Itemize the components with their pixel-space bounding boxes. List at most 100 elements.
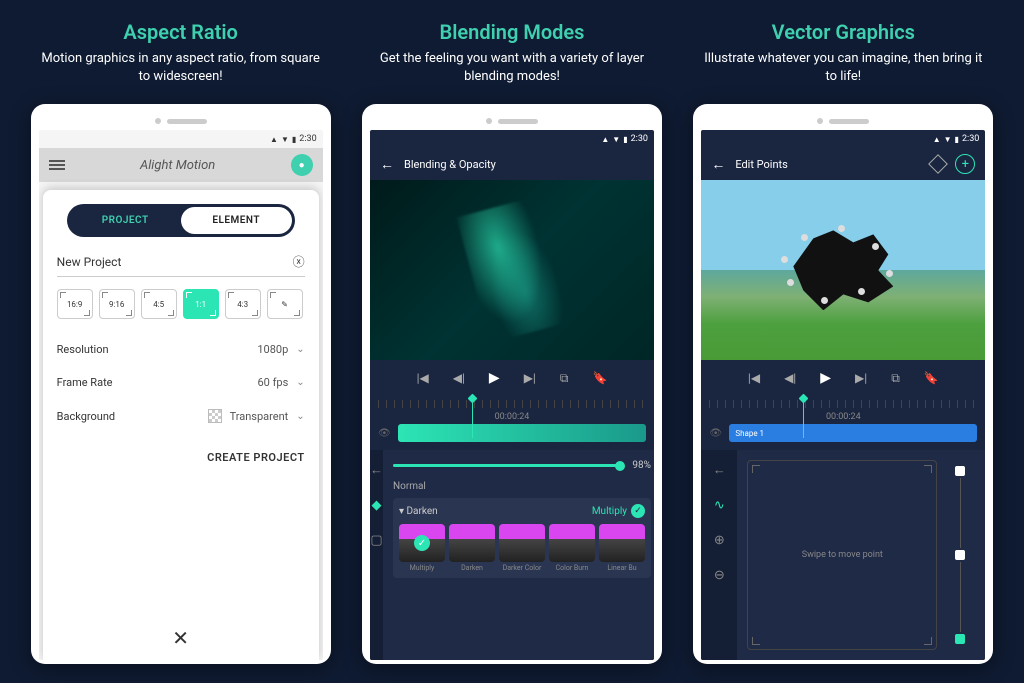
crop-tool-icon[interactable]: ▢ xyxy=(370,533,382,548)
phone-screen: ▲ ▼ ▮ 2:30 Alight Motion ● PROJECT ELEME… xyxy=(39,130,323,660)
chevron-down-icon: ⌄ xyxy=(296,344,304,355)
layers-icon[interactable]: ⧉ xyxy=(891,371,900,386)
anchor-node[interactable] xyxy=(955,550,965,560)
phone-mockup: ▲ ▼ ▮ 2:30 Alight Motion ● PROJECT ELEME… xyxy=(31,104,331,664)
aspect-custom[interactable]: ✎ xyxy=(267,289,303,319)
blend-mode-color-burn[interactable]: Color Burn xyxy=(549,524,595,572)
signal-icon: ▲ xyxy=(270,135,278,144)
add-point-icon[interactable]: ⊕ xyxy=(714,533,725,548)
prev-frame-icon[interactable]: ◀| xyxy=(784,371,796,385)
close-icon[interactable]: ✕ xyxy=(172,626,189,650)
background-row[interactable]: Background Transparent⌄ xyxy=(57,399,305,433)
back-icon[interactable]: ← xyxy=(380,156,394,173)
chevron-down-icon: ⌄ xyxy=(296,411,304,422)
status-bar: ▲ ▼ ▮ 2:30 xyxy=(701,130,985,148)
wifi-icon: ▼ xyxy=(944,135,952,144)
next-frame-icon[interactable]: ▶| xyxy=(524,371,536,385)
framerate-row[interactable]: Frame Rate 60 fps⌄ xyxy=(57,366,305,399)
signal-icon: ▲ xyxy=(601,135,609,144)
prev-frame-icon[interactable]: ◀| xyxy=(453,371,465,385)
signal-icon: ▲ xyxy=(933,135,941,144)
blend-mode-linear-burn[interactable]: Linear Bu xyxy=(599,524,645,572)
hamburger-icon[interactable] xyxy=(49,160,65,170)
timestamp: 00:00:24 xyxy=(378,412,646,422)
aspect-ratio-picker: 16:9 9:16 4:5 1:1 4:3 ✎ xyxy=(57,289,305,319)
play-icon[interactable]: ▶ xyxy=(489,370,500,386)
screen-header: ← Edit Points + xyxy=(701,148,985,180)
back-icon[interactable]: ← xyxy=(711,156,725,173)
swipe-pad[interactable]: Swipe to move point xyxy=(747,460,937,650)
aspect-9-16[interactable]: 9:16 xyxy=(99,289,135,319)
next-frame-icon[interactable]: ▶| xyxy=(855,371,867,385)
tool-sidebar: ← ∿ ⊕ ⊖ xyxy=(701,450,737,660)
screen-header: ← Blending & Opacity xyxy=(370,148,654,180)
aspect-4-5[interactable]: 4:5 xyxy=(141,289,177,319)
clear-icon[interactable]: ⓧ xyxy=(293,253,305,270)
blend-category-darken: ▾ Darken Multiply✓ Multiply Darken Darke… xyxy=(393,498,651,578)
blend-mode-darker-color[interactable]: Darker Color xyxy=(499,524,545,572)
back-tool-icon[interactable]: ← xyxy=(713,462,726,478)
blend-mode-multiply[interactable]: Multiply xyxy=(399,524,445,572)
point-editor: ← ∿ ⊕ ⊖ Swipe to move point xyxy=(701,450,985,660)
aspect-16-9[interactable]: 16:9 xyxy=(57,289,93,319)
skip-start-icon[interactable]: |◀ xyxy=(748,371,760,385)
handle-node[interactable] xyxy=(955,466,965,476)
panel-title: Vector Graphics xyxy=(772,20,915,44)
aspect-1-1[interactable]: 1:1 xyxy=(183,289,219,319)
tab-element[interactable]: ELEMENT xyxy=(181,207,292,234)
diamond-tool-icon[interactable]: ◆ xyxy=(371,498,381,513)
phone-mockup: ▲ ▼ ▮ 2:30 ← Edit Points + xyxy=(693,104,993,664)
blend-mode-darken[interactable]: Darken xyxy=(449,524,495,572)
point-handle-editor[interactable] xyxy=(945,460,975,650)
layers-icon[interactable]: ⧉ xyxy=(560,371,569,386)
battery-icon: ▮ xyxy=(292,135,296,144)
header-title: Blending & Opacity xyxy=(404,158,496,171)
avatar-icon[interactable]: ● xyxy=(291,154,313,176)
status-time: 2:30 xyxy=(962,134,979,144)
visibility-icon[interactable]: 👁 xyxy=(378,428,392,439)
panel-subtitle: Get the feeling you want with a variety … xyxy=(367,50,657,86)
wifi-icon: ▼ xyxy=(612,135,620,144)
create-project-button[interactable]: CREATE PROJECT xyxy=(57,451,305,464)
background-label: Background xyxy=(57,410,115,423)
new-project-sheet: PROJECT ELEMENT New Project ⓧ 16:9 9:16 … xyxy=(43,190,319,660)
aspect-4-3[interactable]: 4:3 xyxy=(225,289,261,319)
curve-tool-icon[interactable]: ∿ xyxy=(714,498,725,513)
back-tool-icon[interactable]: ← xyxy=(370,462,383,478)
play-icon[interactable]: ▶ xyxy=(820,370,831,386)
add-icon[interactable]: + xyxy=(955,154,975,174)
phone-screen: ▲ ▼ ▮ 2:30 ← Blending & Opacity |◀ ◀| ▶ … xyxy=(370,130,654,660)
vector-canvas[interactable] xyxy=(701,180,985,360)
app-header: Alight Motion ● xyxy=(39,148,323,182)
timeline[interactable]: 00:00:24 👁 Shape 1 xyxy=(701,396,985,448)
transparent-swatch xyxy=(208,409,222,423)
bookmark-icon[interactable]: 🔖 xyxy=(592,371,607,385)
panel-blending-modes: Blending Modes Get the feeling you want … xyxy=(352,20,672,683)
phone-mockup: ▲ ▼ ▮ 2:30 ← Blending & Opacity |◀ ◀| ▶ … xyxy=(362,104,662,664)
diamond-icon[interactable] xyxy=(928,154,948,174)
video-preview[interactable] xyxy=(370,180,654,360)
normal-mode-label[interactable]: Normal xyxy=(393,481,651,492)
handle-node-active[interactable] xyxy=(955,634,965,644)
timeline-clip-shape[interactable]: Shape 1 xyxy=(729,424,977,442)
timeline-clip[interactable] xyxy=(398,424,646,442)
visibility-icon[interactable]: 👁 xyxy=(709,428,723,439)
wifi-icon: ▼ xyxy=(281,135,289,144)
battery-icon: ▮ xyxy=(955,135,959,144)
timeline[interactable]: 00:00:24 👁 xyxy=(370,396,654,448)
status-bar: ▲ ▼ ▮ 2:30 xyxy=(370,130,654,148)
tool-sidebar: ← ◆ ▢ xyxy=(370,450,383,660)
panel-subtitle: Illustrate whatever you can imagine, the… xyxy=(698,50,988,86)
skip-start-icon[interactable]: |◀ xyxy=(417,371,429,385)
app-logo: Alight Motion xyxy=(75,158,281,173)
opacity-slider[interactable]: 98% xyxy=(393,460,651,471)
resolution-row[interactable]: Resolution 1080p⌄ xyxy=(57,333,305,366)
remove-point-icon[interactable]: ⊖ xyxy=(714,568,725,583)
bookmark-icon[interactable]: 🔖 xyxy=(924,371,939,385)
project-name-input[interactable]: New Project ⓧ xyxy=(57,253,305,277)
tab-project[interactable]: PROJECT xyxy=(70,207,181,234)
panel-title: Aspect Ratio xyxy=(123,20,237,44)
status-time: 2:30 xyxy=(299,134,316,144)
active-blend-mode: Multiply✓ xyxy=(592,504,645,518)
status-bar: ▲ ▼ ▮ 2:30 xyxy=(39,130,323,148)
